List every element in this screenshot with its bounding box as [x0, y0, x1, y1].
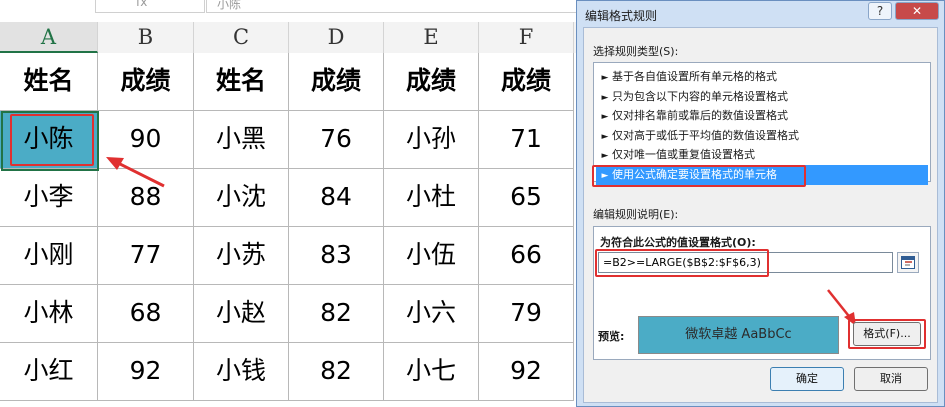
header-cell-e[interactable]: 成绩: [384, 53, 479, 111]
rule-type-label: 仅对唯一值或重复值设置格式: [612, 148, 755, 162]
cell-d2[interactable]: 76: [289, 111, 384, 169]
cell-d5[interactable]: 82: [289, 285, 384, 343]
rule-type-item[interactable]: ► 仅对高于或低于平均值的数值设置格式: [596, 126, 928, 146]
cell-b4[interactable]: 77: [98, 227, 194, 285]
header-cell-a[interactable]: 姓名: [0, 53, 98, 111]
annotation-box-formula: [595, 249, 769, 277]
preview-label: 预览:: [598, 330, 625, 343]
annotation-box-rule: [592, 165, 806, 187]
header-cell-c[interactable]: 姓名: [194, 53, 289, 111]
cell-a4[interactable]: 小刚: [0, 227, 98, 285]
annotation-box-format-button: [848, 319, 926, 349]
cell-a5[interactable]: 小林: [0, 285, 98, 343]
formula-bar: fx 小陈: [0, 0, 600, 23]
range-select-button[interactable]: [897, 252, 919, 273]
fx-button[interactable]: fx: [95, 0, 205, 13]
cell-d6[interactable]: 82: [289, 343, 384, 401]
cell-e3[interactable]: 小杜: [384, 169, 479, 227]
cell-e6[interactable]: 小七: [384, 343, 479, 401]
edit-description-label: 编辑规则说明(E):: [593, 208, 679, 221]
rule-type-item[interactable]: ► 只为包含以下内容的单元格设置格式: [596, 87, 928, 107]
cancel-button[interactable]: 取消: [854, 367, 928, 391]
cell-b6[interactable]: 92: [98, 343, 194, 401]
help-button[interactable]: ?: [868, 2, 892, 20]
cell-d3[interactable]: 84: [289, 169, 384, 227]
cell-c6[interactable]: 小钱: [194, 343, 289, 401]
annotation-arrow-cell: [106, 157, 165, 188]
column-header-c[interactable]: C: [194, 22, 289, 53]
cell-c2[interactable]: 小黑: [194, 111, 289, 169]
range-select-icon: [901, 256, 915, 269]
close-button[interactable]: ✕: [895, 2, 939, 20]
cell-f5[interactable]: 79: [479, 285, 574, 343]
cell-e4[interactable]: 小伍: [384, 227, 479, 285]
select-rule-type-label: 选择规则类型(S):: [593, 45, 679, 58]
header-cell-b[interactable]: 成绩: [98, 53, 194, 111]
rule-type-item[interactable]: ► 基于各自值设置所有单元格的格式: [596, 67, 928, 87]
cell-f6[interactable]: 92: [479, 343, 574, 401]
ok-button[interactable]: 确定: [770, 367, 844, 391]
bullet-arrow-icon: ►: [601, 92, 609, 103]
bullet-arrow-icon: ►: [601, 151, 609, 162]
rule-type-item[interactable]: ► 仅对排名靠前或靠后的数值设置格式: [596, 106, 928, 126]
rule-type-label: 仅对排名靠前或靠后的数值设置格式: [612, 109, 788, 123]
formula-content-text: 小陈: [217, 0, 242, 11]
cell-f3[interactable]: 65: [479, 169, 574, 227]
header-cell-d[interactable]: 成绩: [289, 53, 384, 111]
cell-d4[interactable]: 83: [289, 227, 384, 285]
column-headers: A B C D E F: [0, 22, 600, 53]
cell-f2[interactable]: 71: [479, 111, 574, 169]
bullet-arrow-icon: ►: [601, 131, 609, 142]
header-cell-f[interactable]: 成绩: [479, 53, 574, 111]
rule-type-label: 基于各自值设置所有单元格的格式: [612, 70, 777, 83]
rule-type-item[interactable]: ► 仅对唯一值或重复值设置格式: [596, 145, 928, 165]
cell-c5[interactable]: 小赵: [194, 285, 289, 343]
formula-content[interactable]: 小陈: [206, 0, 588, 13]
cell-f4[interactable]: 66: [479, 227, 574, 285]
column-header-f[interactable]: F: [479, 22, 574, 53]
column-header-e[interactable]: E: [384, 22, 479, 53]
cell-a6[interactable]: 小红: [0, 343, 98, 401]
fx-icon: fx: [136, 0, 148, 9]
column-header-d[interactable]: D: [289, 22, 384, 53]
column-header-a[interactable]: A: [0, 22, 98, 53]
dialog-body: 选择规则类型(S): ► 基于各自值设置所有单元格的格式 ► 只为包含以下内容的单元格…: [583, 27, 938, 403]
rule-type-label: 只为包含以下内容的单元格设置格式: [612, 89, 788, 103]
dialog-title: 编辑格式规则: [585, 9, 658, 23]
format-preview: 微软卓越 AaBbCc: [638, 316, 839, 354]
annotation-box-cell: [10, 114, 94, 166]
edit-format-rule-dialog: 编辑格式规则 ? ✕ 选择规则类型(S): ► 基于各自值设置所有单元格的格式 ► 只…: [576, 0, 945, 407]
cell-e2[interactable]: 小孙: [384, 111, 479, 169]
rule-type-list[interactable]: ► 基于各自值设置所有单元格的格式 ► 只为包含以下内容的单元格设置格式 ► 仅对排名靠前…: [593, 62, 931, 185]
column-header-b[interactable]: B: [98, 22, 194, 53]
rule-type-label: 仅对高于或低于平均值的数值设置格式: [612, 128, 799, 142]
cell-b5[interactable]: 68: [98, 285, 194, 343]
cell-e5[interactable]: 小六: [384, 285, 479, 343]
cell-c4[interactable]: 小苏: [194, 227, 289, 285]
bullet-arrow-icon: ►: [601, 112, 609, 123]
bullet-arrow-icon: ►: [601, 73, 609, 83]
cell-a3[interactable]: 小李: [0, 169, 98, 227]
formula-label: 为符合此公式的值设置格式(O):: [600, 236, 756, 249]
cell-c3[interactable]: 小沈: [194, 169, 289, 227]
